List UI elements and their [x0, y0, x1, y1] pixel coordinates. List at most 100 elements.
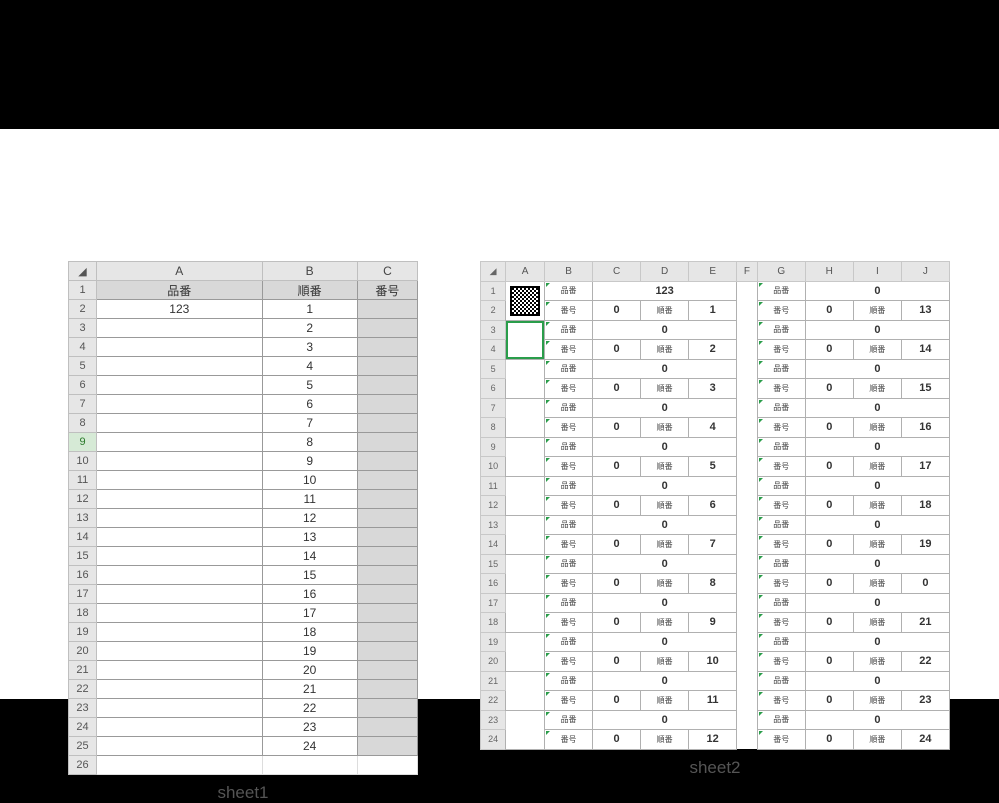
- cell[interactable]: [357, 433, 417, 452]
- value-junban[interactable]: 10: [689, 652, 737, 672]
- value-bango[interactable]: 0: [593, 379, 641, 399]
- label-hinban[interactable]: 品番: [757, 476, 805, 496]
- label-bango[interactable]: 番号: [545, 691, 593, 711]
- cell[interactable]: 11: [262, 490, 357, 509]
- label-hinban[interactable]: 品番: [757, 281, 805, 301]
- row-header[interactable]: 8: [481, 418, 506, 438]
- cell[interactable]: 21: [262, 680, 357, 699]
- label-junban[interactable]: 順番: [853, 301, 901, 321]
- value-bango[interactable]: 0: [805, 418, 853, 438]
- value-junban[interactable]: 8: [689, 574, 737, 594]
- col-header-B[interactable]: B: [262, 262, 357, 281]
- value-junban[interactable]: 17: [901, 457, 949, 477]
- cell[interactable]: 順番: [262, 281, 357, 300]
- value-pin[interactable]: 0: [593, 320, 737, 340]
- label-bango[interactable]: 番号: [757, 379, 805, 399]
- cell-A[interactable]: [506, 515, 545, 554]
- value-junban[interactable]: 16: [901, 418, 949, 438]
- cell[interactable]: [357, 585, 417, 604]
- cell[interactable]: 14: [262, 547, 357, 566]
- cell[interactable]: [357, 300, 417, 319]
- label-bango[interactable]: 番号: [757, 574, 805, 594]
- col-header-E2[interactable]: E: [689, 262, 737, 282]
- label-bango[interactable]: 番号: [545, 730, 593, 750]
- cell[interactable]: [97, 623, 262, 642]
- row-header[interactable]: 26: [69, 756, 97, 775]
- label-bango[interactable]: 番号: [545, 574, 593, 594]
- label-junban[interactable]: 順番: [641, 535, 689, 555]
- cell[interactable]: 123: [97, 300, 262, 319]
- label-bango[interactable]: 番号: [757, 418, 805, 438]
- label-hinban[interactable]: 品番: [757, 632, 805, 652]
- value-pin[interactable]: 0: [805, 320, 949, 340]
- label-bango[interactable]: 番号: [757, 652, 805, 672]
- value-junban[interactable]: 15: [901, 379, 949, 399]
- cell[interactable]: [97, 585, 262, 604]
- cell[interactable]: [357, 471, 417, 490]
- label-hinban[interactable]: 品番: [757, 710, 805, 730]
- cell[interactable]: 6: [262, 395, 357, 414]
- label-bango[interactable]: 番号: [757, 457, 805, 477]
- label-bango[interactable]: 番号: [757, 730, 805, 750]
- cell[interactable]: 12: [262, 509, 357, 528]
- corner-cell[interactable]: ◢: [69, 262, 97, 281]
- value-pin[interactable]: 0: [593, 710, 737, 730]
- row-header[interactable]: 25: [69, 737, 97, 756]
- value-bango[interactable]: 0: [593, 613, 641, 633]
- row-header[interactable]: 2: [481, 301, 506, 321]
- cell[interactable]: 1: [262, 300, 357, 319]
- cell-A[interactable]: [506, 437, 545, 476]
- label-hinban[interactable]: 品番: [757, 320, 805, 340]
- label-junban[interactable]: 順番: [641, 613, 689, 633]
- row-header[interactable]: 5: [481, 359, 506, 379]
- cell[interactable]: [97, 452, 262, 471]
- row-header[interactable]: 18: [69, 604, 97, 623]
- gap[interactable]: [737, 515, 758, 554]
- value-pin[interactable]: 0: [805, 359, 949, 379]
- value-bango[interactable]: 0: [805, 496, 853, 516]
- value-pin[interactable]: 0: [593, 554, 737, 574]
- cell[interactable]: 9: [262, 452, 357, 471]
- cell[interactable]: [97, 604, 262, 623]
- row-header[interactable]: 20: [69, 642, 97, 661]
- row-header[interactable]: 12: [481, 496, 506, 516]
- cell[interactable]: [357, 414, 417, 433]
- row-header[interactable]: 19: [69, 623, 97, 642]
- value-junban[interactable]: 11: [689, 691, 737, 711]
- cell[interactable]: 15: [262, 566, 357, 585]
- cell[interactable]: 7: [262, 414, 357, 433]
- cell[interactable]: 品番: [97, 281, 262, 300]
- value-bango[interactable]: 0: [593, 418, 641, 438]
- value-junban[interactable]: 21: [901, 613, 949, 633]
- gap[interactable]: [737, 320, 758, 359]
- col-header-D2[interactable]: D: [641, 262, 689, 282]
- label-bango[interactable]: 番号: [545, 496, 593, 516]
- cell[interactable]: [97, 395, 262, 414]
- value-bango[interactable]: 0: [805, 379, 853, 399]
- cell[interactable]: 18: [262, 623, 357, 642]
- cell[interactable]: 23: [262, 718, 357, 737]
- value-bango[interactable]: 0: [593, 340, 641, 360]
- label-bango[interactable]: 番号: [757, 535, 805, 555]
- cell-A[interactable]: [506, 593, 545, 632]
- row-header[interactable]: 3: [481, 320, 506, 340]
- label-junban[interactable]: 順番: [853, 418, 901, 438]
- row-header[interactable]: 22: [69, 680, 97, 699]
- col-header-H2[interactable]: H: [805, 262, 853, 282]
- value-pin[interactable]: 0: [593, 398, 737, 418]
- value-junban[interactable]: 13: [901, 301, 949, 321]
- value-pin[interactable]: 0: [593, 476, 737, 496]
- cell[interactable]: [262, 756, 357, 775]
- row-header[interactable]: 3: [69, 319, 97, 338]
- label-bango[interactable]: 番号: [757, 340, 805, 360]
- label-junban[interactable]: 順番: [641, 379, 689, 399]
- col-header-B2[interactable]: B: [545, 262, 593, 282]
- gap[interactable]: [737, 671, 758, 710]
- value-bango[interactable]: 0: [805, 613, 853, 633]
- row-header[interactable]: 14: [69, 528, 97, 547]
- row-header[interactable]: 23: [69, 699, 97, 718]
- row-header[interactable]: 11: [69, 471, 97, 490]
- row-header[interactable]: 21: [481, 671, 506, 691]
- row-header[interactable]: 24: [481, 730, 506, 750]
- cell[interactable]: [357, 452, 417, 471]
